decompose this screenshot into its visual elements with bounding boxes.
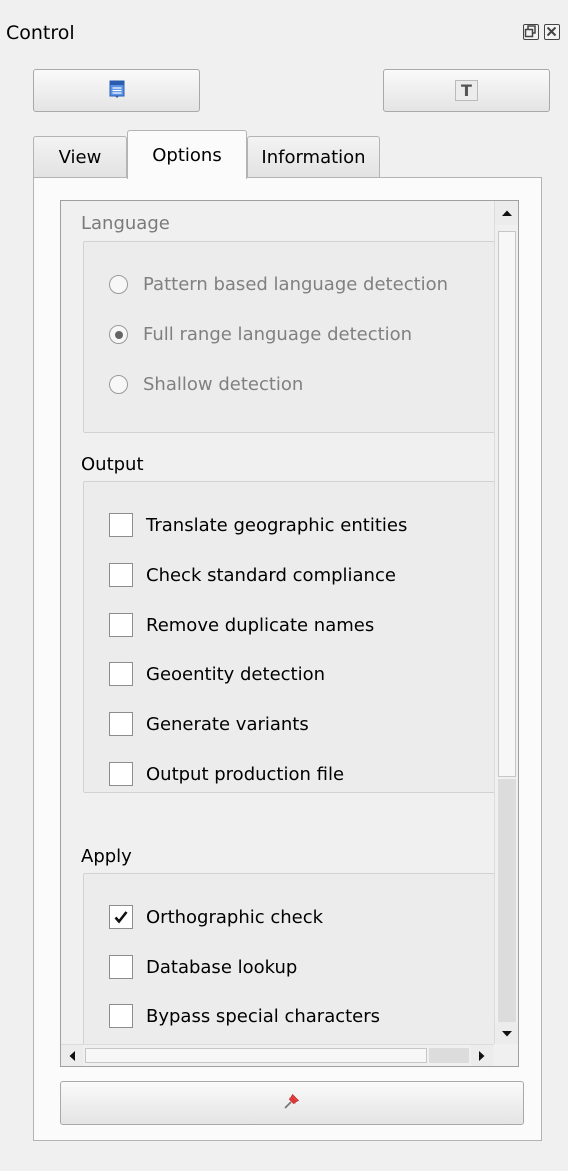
text-T-icon: T <box>455 80 478 101</box>
tab-information[interactable]: Information <box>247 136 380 178</box>
output-group-title: Output <box>81 454 144 475</box>
horizontal-scrollbar[interactable] <box>61 1044 494 1066</box>
checkbox-generate-variants[interactable]: Generate variants <box>109 712 309 736</box>
checkbox[interactable] <box>109 662 133 686</box>
checkbox[interactable] <box>109 762 133 786</box>
radio-full-range[interactable]: Full range language detection <box>109 324 412 345</box>
radio-button[interactable] <box>109 275 128 294</box>
checkbox[interactable] <box>109 712 133 736</box>
apply-group-title: Apply <box>81 846 132 867</box>
checkbox-bypass-special[interactable]: Bypass special characters <box>109 1004 380 1028</box>
checkbox[interactable] <box>109 1004 133 1028</box>
horizontal-scroll-thumb[interactable] <box>85 1048 427 1063</box>
scroll-up-arrow-icon[interactable] <box>495 201 518 225</box>
text-mode-button[interactable]: T <box>383 69 550 112</box>
checkbox-translate-geographic[interactable]: Translate geographic entities <box>109 513 407 537</box>
float-window-icon[interactable] <box>523 24 539 40</box>
checkbox[interactable] <box>109 613 133 637</box>
checkbox-output-production[interactable]: Output production file <box>109 762 344 786</box>
scroll-left-arrow-icon[interactable] <box>61 1045 83 1066</box>
vertical-scrollbar[interactable] <box>494 201 518 1046</box>
options-content: Language Pattern based language detectio… <box>61 201 499 1066</box>
language-group-title: Language <box>81 213 170 234</box>
options-scroll-area[interactable]: Language Pattern based language detectio… <box>60 200 519 1067</box>
checkbox[interactable] <box>109 513 133 537</box>
document-list-icon <box>109 80 125 102</box>
scroll-down-arrow-icon[interactable] <box>495 1022 518 1046</box>
radio-pattern-based[interactable]: Pattern based language detection <box>109 274 448 295</box>
vertical-scroll-thumb[interactable] <box>498 231 516 777</box>
checkbox-database-lookup[interactable]: Database lookup <box>109 955 297 979</box>
checkbox-checked[interactable] <box>109 905 133 929</box>
tab-options[interactable]: Options <box>127 130 247 179</box>
document-list-button[interactable] <box>33 69 200 112</box>
pin-icon <box>282 1091 302 1115</box>
checkbox[interactable] <box>109 955 133 979</box>
checkbox-geoentity-detection[interactable]: Geoentity detection <box>109 662 325 686</box>
tab-view[interactable]: View <box>33 136 127 178</box>
pin-button[interactable] <box>60 1081 524 1125</box>
checkbox[interactable] <box>109 563 133 587</box>
scroll-corner <box>494 1044 518 1066</box>
close-window-icon[interactable] <box>544 24 560 40</box>
radio-button[interactable] <box>109 375 128 394</box>
window-title: Control <box>6 22 75 44</box>
radio-button-checked[interactable] <box>109 325 128 344</box>
checkbox-check-standard[interactable]: Check standard compliance <box>109 563 396 587</box>
checkbox-orthographic-check[interactable]: Orthographic check <box>109 905 323 929</box>
scroll-right-arrow-icon[interactable] <box>471 1045 493 1066</box>
vertical-scroll-track[interactable] <box>498 779 516 1023</box>
radio-shallow[interactable]: Shallow detection <box>109 374 303 395</box>
checkbox-remove-duplicates[interactable]: Remove duplicate names <box>109 613 374 637</box>
checkmark-icon <box>114 911 128 924</box>
horizontal-scroll-track[interactable] <box>429 1048 469 1063</box>
